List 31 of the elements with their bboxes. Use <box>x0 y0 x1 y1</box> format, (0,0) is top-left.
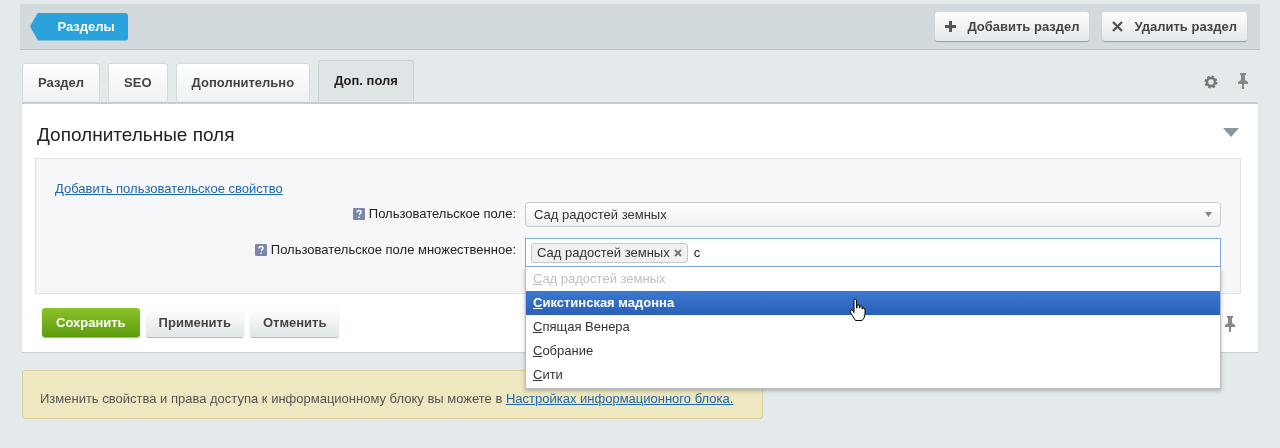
delete-button[interactable]: Удалить раздел <box>1102 12 1247 41</box>
pin-icon[interactable] <box>1238 73 1248 89</box>
collapse-icon[interactable] <box>1223 128 1239 138</box>
dropdown-option[interactable]: Спящая Венера <box>526 315 1220 339</box>
caret-icon <box>1205 212 1212 217</box>
tab[interactable]: SEO <box>108 63 168 101</box>
dropdown-option[interactable]: Сикстинская мадонна <box>526 291 1220 315</box>
close-icon <box>1112 21 1124 32</box>
multiselect-field[interactable]: Сад радостей земных с <box>525 238 1221 267</box>
action-button[interactable]: Применить <box>145 308 244 337</box>
settings-link[interactable]: Настройках информационного блока. <box>505 390 734 406</box>
settings-icon[interactable] <box>1204 75 1218 89</box>
field-label: Пользовательское поле: <box>368 205 516 224</box>
plus-icon <box>945 21 957 32</box>
tag: Сад радостей земных <box>531 242 688 263</box>
dropdown-option[interactable]: Собрание <box>526 339 1220 363</box>
dropdown-option[interactable]: Сити <box>526 363 1220 387</box>
section-title: Дополнительные поля <box>37 123 235 147</box>
search-input[interactable]: с <box>693 242 894 263</box>
field-label: Пользовательское поле множественное: <box>270 241 516 260</box>
pin-icon[interactable] <box>1225 316 1235 332</box>
notice-text: Изменить свойства и права доступа к информационному блоку вы можете в Настройках информационного блока. <box>40 389 734 408</box>
remove-icon[interactable] <box>673 248 682 257</box>
hand-cursor-icon <box>849 298 866 322</box>
tab[interactable]: Раздел <box>22 63 101 101</box>
add-button[interactable]: Добавить раздел <box>935 12 1090 41</box>
add-property-link[interactable]: Добавить пользовательское свойство <box>55 179 283 199</box>
select-field[interactable]: Сад радостей земных <box>525 202 1221 227</box>
tab[interactable]: Дополнительно <box>175 63 311 101</box>
action-button[interactable]: Отменить <box>249 308 340 337</box>
tab[interactable]: Доп. поля <box>318 60 414 101</box>
